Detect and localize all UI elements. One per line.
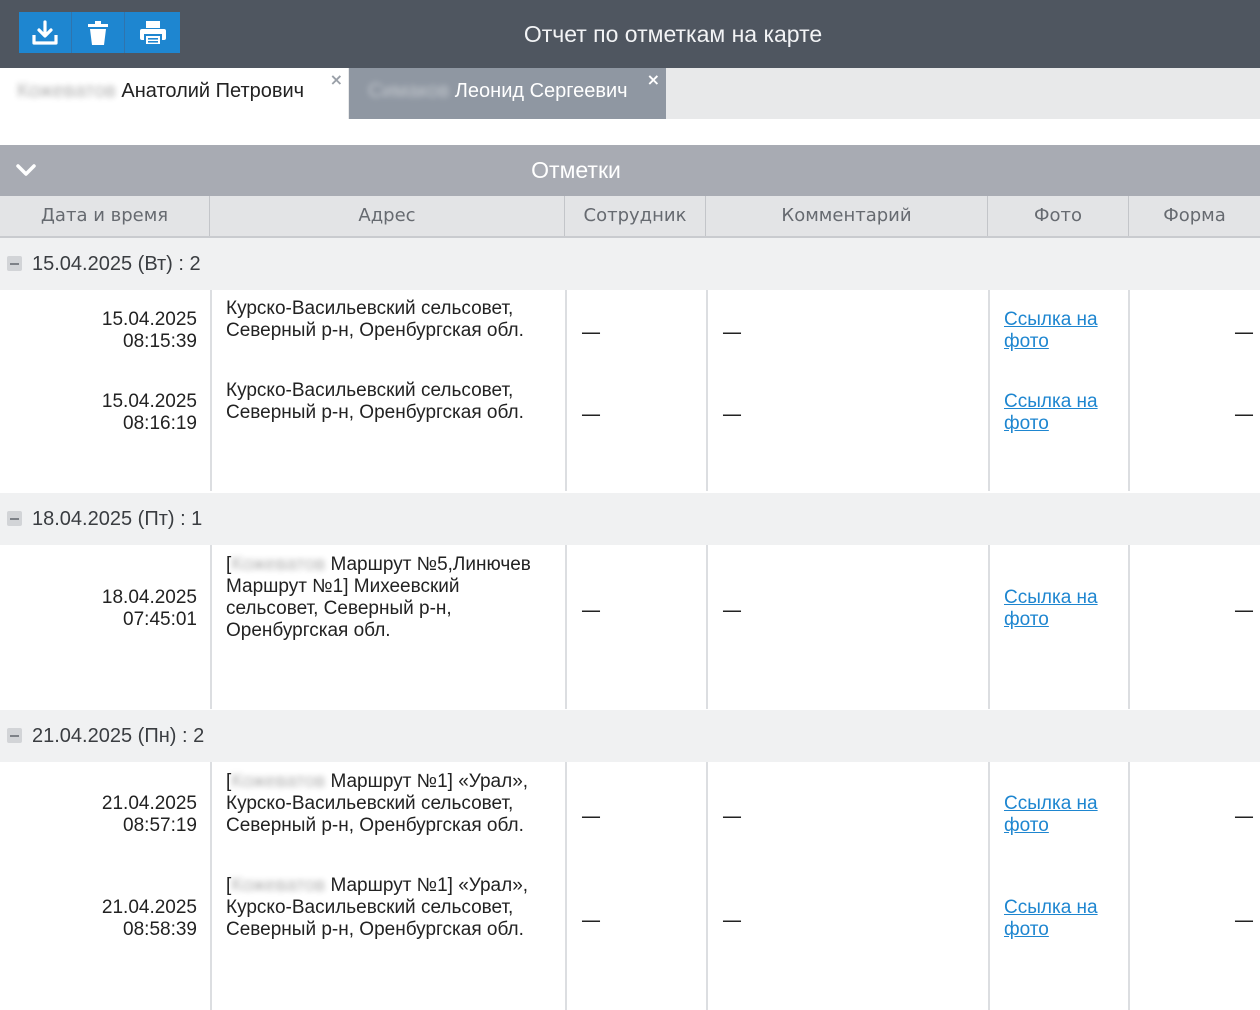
comment-cell: — — [722, 402, 742, 426]
group-data: 18.04.2025 07:45:01 [Кожеватов Маршрут №… — [0, 545, 1260, 709]
column-header-datetime[interactable]: Дата и время — [0, 196, 210, 236]
form-cell: — — [1234, 320, 1254, 344]
table-header: Дата и время Адрес Сотрудник Комментарий… — [0, 196, 1260, 238]
blurred-surname: Кожеватов — [231, 875, 326, 896]
photo-link[interactable]: Ссылка на фото — [1004, 391, 1124, 435]
employee-cell: — — [581, 402, 601, 426]
column-divider — [565, 762, 567, 1010]
column-divider — [1128, 762, 1130, 1010]
delete-button[interactable] — [72, 12, 125, 53]
tab-name: Анатолий Петрович — [121, 80, 305, 102]
section-header: Отметки — [0, 145, 1260, 196]
collapse-group-icon[interactable] — [7, 728, 22, 743]
column-divider — [706, 290, 708, 491]
column-divider — [210, 545, 212, 709]
address-cell: Курско-Васильевский сельсовет, Северный … — [226, 380, 524, 423]
group-label: 18.04.2025 (Пт) : 1 — [32, 508, 203, 530]
column-divider — [988, 290, 990, 491]
photo-link[interactable]: Ссылка на фото — [1004, 309, 1124, 353]
date-text: 21.04.2025 — [101, 793, 197, 814]
tab-label: Симаков Леонид Сергеевич — [368, 80, 628, 103]
photo-link[interactable]: Ссылка на фото — [1004, 897, 1124, 941]
column-header-photo[interactable]: Фото — [988, 196, 1129, 236]
date-text: 18.04.2025 — [101, 587, 197, 608]
column-divider — [988, 545, 990, 709]
tab-employee-2[interactable]: Симаков Леонид Сергеевич × — [349, 68, 666, 119]
collapse-group-icon[interactable] — [7, 256, 22, 271]
column-divider — [706, 545, 708, 709]
employee-cell: — — [581, 320, 601, 344]
collapse-group-icon[interactable] — [7, 511, 22, 526]
group-data: 21.04.2025 08:57:19 [Кожеватов Маршрут №… — [0, 762, 1260, 1010]
tab-label: Кожеватов Анатолий Петрович — [17, 80, 304, 103]
employee-cell: — — [581, 804, 601, 828]
time-text: 08:16:19 — [123, 413, 197, 434]
datetime-cell: 21.04.2025 08:57:19 — [0, 793, 197, 837]
tab-name: Леонид Сергеевич — [454, 80, 628, 102]
blurred-surname: Кожеватов — [17, 80, 116, 102]
tab-employee-1[interactable]: Кожеватов Анатолий Петрович × — [0, 68, 348, 119]
blurred-surname: Кожеватов — [231, 554, 326, 575]
form-cell: — — [1234, 402, 1254, 426]
column-divider — [1128, 290, 1130, 491]
group-row: 18.04.2025 (Пт) : 1 — [0, 493, 1260, 545]
download-icon — [32, 19, 58, 45]
column-header-comment[interactable]: Комментарий — [706, 196, 988, 236]
column-divider — [565, 545, 567, 709]
comment-cell: — — [722, 908, 742, 932]
column-header-form[interactable]: Форма — [1129, 196, 1260, 236]
column-divider — [1128, 545, 1130, 709]
address-cell: [Кожеватов Маршрут №5,Линючев Маршрут №1… — [226, 554, 546, 642]
section-title: Отметки — [531, 157, 621, 183]
date-text: 15.04.2025 — [101, 391, 197, 412]
photo-link[interactable]: Ссылка на фото — [1004, 587, 1124, 631]
comment-cell: — — [722, 804, 742, 828]
address-cell: Курско-Васильевский сельсовет, Северный … — [226, 298, 524, 341]
column-divider — [706, 762, 708, 1010]
blurred-surname: Симаков — [368, 80, 450, 102]
group-label: 21.04.2025 (Пн) : 2 — [32, 725, 205, 747]
tab-strip: Кожеватов Анатолий Петрович × Симаков Ле… — [0, 68, 1260, 119]
column-header-address[interactable]: Адрес — [210, 196, 565, 236]
date-text: 21.04.2025 — [101, 897, 197, 918]
datetime-cell: 15.04.2025 08:15:39 — [0, 309, 197, 353]
comment-cell: — — [722, 320, 742, 344]
time-text: 08:15:39 — [123, 331, 197, 352]
address-cell: [Кожеватов Маршрут №1] «Урал», Курско-Ва… — [226, 875, 546, 941]
datetime-cell: 18.04.2025 07:45:01 — [0, 587, 197, 631]
blurred-surname: Кожеватов — [231, 771, 326, 792]
print-button[interactable] — [125, 12, 180, 53]
toolbar — [19, 12, 180, 53]
column-divider — [565, 290, 567, 491]
form-cell: — — [1234, 908, 1254, 932]
time-text: 08:58:39 — [123, 919, 197, 940]
group-label: 15.04.2025 (Вт) : 2 — [32, 253, 201, 275]
column-header-employee[interactable]: Сотрудник — [565, 196, 706, 236]
column-divider — [210, 762, 212, 1010]
close-icon[interactable]: × — [647, 70, 660, 89]
page-title: Отчет по отметкам на карте — [523, 21, 823, 47]
datetime-cell: 21.04.2025 08:58:39 — [0, 897, 197, 941]
comment-cell: — — [722, 598, 742, 622]
time-text: 07:45:01 — [123, 609, 197, 630]
trash-icon — [88, 20, 108, 45]
close-icon[interactable]: × — [330, 70, 343, 89]
download-button[interactable] — [19, 12, 72, 53]
employee-cell: — — [581, 908, 601, 932]
form-cell: — — [1234, 804, 1254, 828]
time-text: 08:57:19 — [123, 815, 197, 836]
column-divider — [988, 762, 990, 1010]
top-bar: Отчет по отметкам на карте — [0, 0, 1260, 68]
employee-cell: — — [581, 598, 601, 622]
datetime-cell: 15.04.2025 08:16:19 — [0, 391, 197, 435]
date-text: 15.04.2025 — [101, 309, 197, 330]
photo-link[interactable]: Ссылка на фото — [1004, 793, 1124, 837]
group-data: 15.04.2025 08:15:39 Курско-Васильевский … — [0, 290, 1260, 491]
printer-icon — [139, 20, 166, 46]
group-row: 21.04.2025 (Пн) : 2 — [0, 710, 1260, 762]
form-cell: — — [1234, 598, 1254, 622]
address-cell: [Кожеватов Маршрут №1] «Урал», Курско-Ва… — [226, 771, 546, 837]
column-divider — [210, 290, 212, 491]
group-row: 15.04.2025 (Вт) : 2 — [0, 238, 1260, 290]
